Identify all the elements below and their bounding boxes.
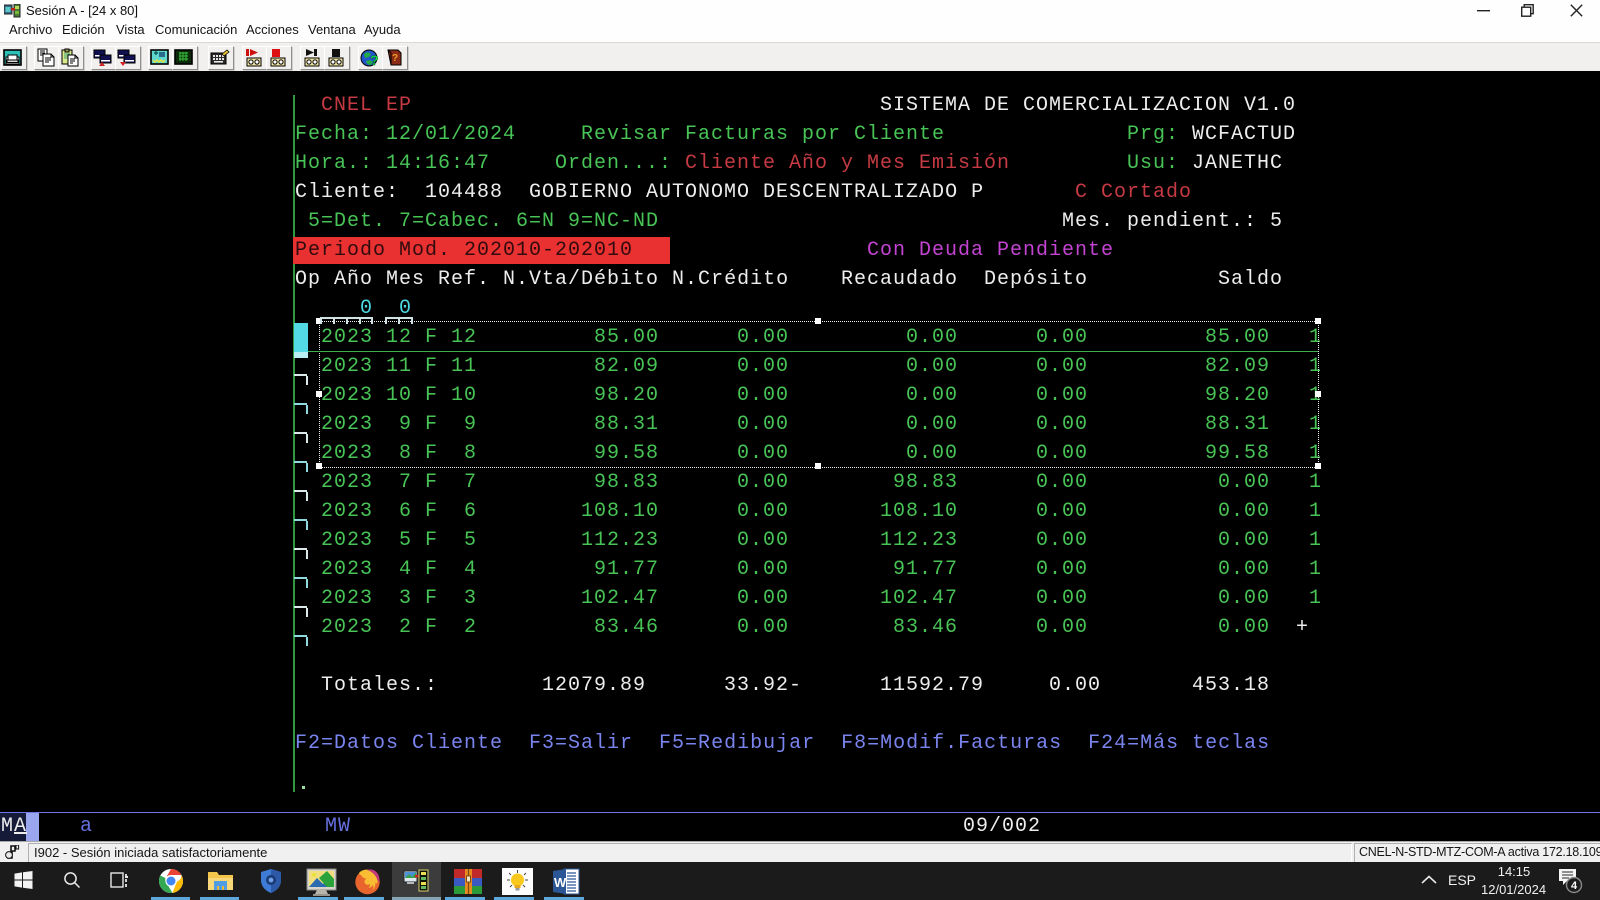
svg-text:?: ? — [392, 53, 398, 64]
svg-text:?: ? — [370, 52, 379, 68]
svg-text:4: 4 — [1571, 880, 1578, 892]
svg-text:W: W — [554, 875, 567, 890]
